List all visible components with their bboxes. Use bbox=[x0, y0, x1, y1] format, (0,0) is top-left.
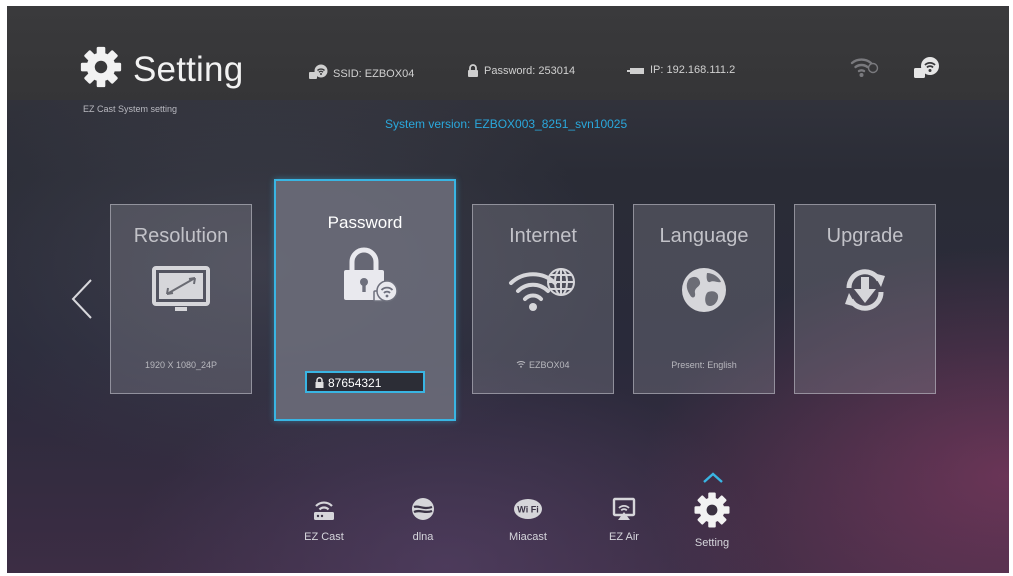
password-value: 87654321 bbox=[328, 376, 382, 390]
wifi-globe-icon bbox=[509, 268, 575, 311]
monitor-icon bbox=[152, 266, 210, 311]
ip-text: IP: 192.168.111.2 bbox=[650, 64, 736, 76]
network-card-icon bbox=[627, 68, 644, 74]
ip-info: IP: 192.168.111.2 bbox=[627, 64, 735, 76]
wifi-signal-icon bbox=[850, 58, 879, 77]
card-subtitle: Present: English bbox=[671, 360, 737, 370]
page-subtitle: EZ Cast System setting bbox=[83, 104, 178, 114]
card-subtitle: 1920 X 1080_24P bbox=[144, 360, 218, 370]
card-upgrade[interactable]: Upgrade bbox=[794, 204, 936, 394]
gear-icon bbox=[80, 46, 122, 88]
ssid-info: SSID: EZBOX04 bbox=[308, 64, 414, 80]
password-text: Password: 253014 bbox=[484, 65, 576, 77]
card-internet[interactable]: Internet EZBOX04 bbox=[472, 204, 614, 394]
dock-item-ezair[interactable]: EZ Air bbox=[589, 496, 659, 543]
password-input[interactable]: 87654321 bbox=[305, 371, 425, 393]
system-version-label: System version: bbox=[385, 117, 471, 131]
card-title: Language bbox=[659, 225, 749, 247]
dock-item-miacast[interactable]: Wi Fi Miacast bbox=[493, 496, 563, 543]
upgrade-icon bbox=[845, 269, 885, 311]
dock-label: dlna bbox=[412, 531, 434, 543]
dock-item-dlna[interactable]: dlna bbox=[388, 496, 458, 543]
wifi-badge-icon: Wi Fi bbox=[514, 499, 542, 519]
dock-label: EZ Cast bbox=[304, 531, 344, 543]
card-title: Internet bbox=[509, 225, 577, 247]
card-resolution[interactable]: Resolution 1920 X 1080_24P bbox=[110, 204, 252, 394]
chevron-left-icon[interactable] bbox=[69, 278, 95, 320]
lock-cast-icon bbox=[344, 247, 398, 302]
card-title: Upgrade bbox=[826, 225, 904, 247]
dock-item-setting[interactable]: Setting bbox=[677, 490, 747, 549]
card-password[interactable]: Password 87654321 bbox=[274, 179, 456, 421]
password-info: Password: 253014 bbox=[467, 64, 575, 77]
dock-label: Miacast bbox=[509, 531, 547, 543]
cast-connected-icon bbox=[914, 57, 939, 78]
router-icon bbox=[314, 501, 334, 520]
lock-icon bbox=[468, 64, 478, 77]
system-version-value: EZBOX003_8251_svn10025 bbox=[474, 117, 628, 131]
card-subtitle: EZBOX04 bbox=[473, 360, 613, 370]
airplay-icon bbox=[612, 497, 636, 520]
chevron-up-icon bbox=[703, 472, 723, 483]
tv-screen: Setting EZ Cast System setting SSID: EZB… bbox=[7, 6, 1009, 573]
dock-label: Setting bbox=[694, 537, 730, 549]
wifi-icon bbox=[517, 361, 526, 368]
gear-icon bbox=[694, 492, 730, 528]
svg-text:Wi Fi: Wi Fi bbox=[517, 505, 538, 515]
dlna-icon bbox=[412, 498, 434, 520]
system-version: System version: EZBOX003_8251_svn10025 bbox=[385, 117, 627, 131]
card-language[interactable]: Language Present: English bbox=[633, 204, 775, 394]
lock-icon bbox=[315, 377, 324, 388]
cast-wifi-icon bbox=[309, 64, 328, 79]
ssid-text: SSID: EZBOX04 bbox=[333, 68, 415, 80]
card-title: Password bbox=[327, 213, 403, 232]
dock-item-ezcast[interactable]: EZ Cast bbox=[289, 496, 359, 543]
dock-label: EZ Air bbox=[609, 531, 639, 543]
globe-icon bbox=[682, 268, 726, 312]
internet-ssid: EZBOX04 bbox=[528, 360, 570, 370]
page-title: Setting bbox=[133, 50, 244, 89]
card-title: Resolution bbox=[133, 225, 229, 247]
